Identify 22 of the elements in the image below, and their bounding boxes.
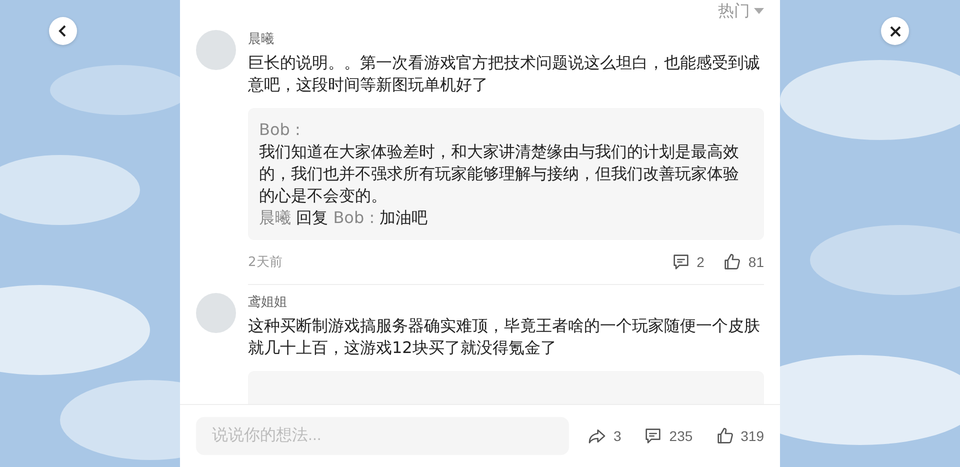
- reply-text: 我们知道在大家体验差时，和大家讲清楚缘由与我们的计划是最高效的，我们也并不强求所有玩家能够理解与接纳，但我们改善玩家体验的心是不会变的。: [259, 141, 740, 207]
- reply-count-button[interactable]: 2: [670, 252, 704, 272]
- close-icon: [890, 26, 900, 36]
- like-button[interactable]: 319: [714, 426, 764, 446]
- thumbs-up-icon: [722, 252, 742, 272]
- comment-text: 巨长的说明。。第一次看游戏官方把技术问题说这么坦白，也能感受到诚意吧，这段时间等新图玩单机好了: [248, 52, 761, 96]
- comment-input[interactable]: 说说你的想法...: [196, 417, 570, 456]
- comment-author: 晨曦: [248, 31, 274, 49]
- avatar: [196, 30, 236, 70]
- share-button[interactable]: 3: [587, 426, 622, 446]
- comment-author: 鸢姐姐: [248, 294, 287, 312]
- comment-time: 2天前: [248, 254, 282, 271]
- sub-reply-text: 晨曦 回复 Bob : 加油吧: [259, 207, 429, 229]
- caret-icon: [754, 8, 764, 14]
- like-button[interactable]: 81: [722, 252, 764, 272]
- comment-text: 这种买断制游戏搞服务器确实难顶，毕竟王者啥的一个玩家随便一个皮肤就几十上百，这游戏12块买了就没得氪金了: [248, 315, 761, 359]
- comment-icon: [643, 426, 664, 446]
- comment-icon: [670, 252, 691, 272]
- reply-author: Bob :: [259, 119, 300, 141]
- avatar: [196, 293, 236, 333]
- comments-button[interactable]: 235: [643, 426, 693, 446]
- thumbs-up-icon: [714, 426, 735, 446]
